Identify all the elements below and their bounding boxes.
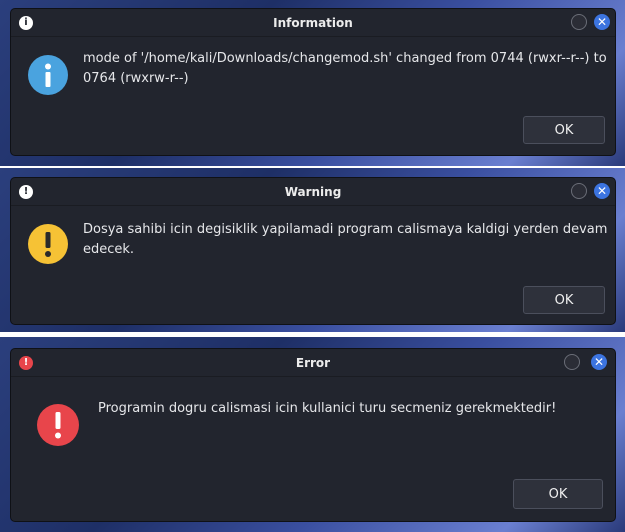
close-button[interactable]: ✕ — [594, 183, 610, 199]
title-bar[interactable]: ! Error ✕ — [11, 349, 615, 377]
title-bar[interactable]: i Information ✕ — [11, 9, 615, 37]
ok-button[interactable]: OK — [523, 116, 605, 144]
warning-dialog: ! Warning ✕ Dosya sahibi icin degisiklik… — [10, 177, 616, 325]
ok-button[interactable]: OK — [513, 479, 603, 509]
minimize-button[interactable] — [571, 14, 587, 30]
minimize-button[interactable] — [564, 354, 580, 370]
error-dialog: ! Error ✕ Programin dogru calismasi icin… — [10, 348, 616, 522]
warning-icon — [28, 224, 68, 264]
error-icon — [37, 404, 79, 446]
ok-button[interactable]: OK — [523, 286, 605, 314]
dialog-title: Information — [273, 16, 353, 30]
minimize-button[interactable] — [571, 183, 587, 199]
dialog-message: Programin dogru calismasi icin kullanici… — [98, 401, 557, 416]
info-icon — [28, 55, 68, 95]
information-dialog: i Information ✕ mode of '/home/kali/Down… — [10, 8, 616, 156]
title-bar[interactable]: ! Warning ✕ — [11, 178, 615, 206]
dialog-message: Dosya sahibi icin degisiklik yapilamadi … — [83, 222, 608, 257]
close-button[interactable]: ✕ — [594, 14, 610, 30]
dialog-title: Error — [295, 356, 331, 370]
close-button[interactable]: ✕ — [591, 354, 607, 370]
dialog-title: Warning — [284, 185, 342, 199]
dialog-message: mode of '/home/kali/Downloads/changemod.… — [83, 51, 607, 86]
